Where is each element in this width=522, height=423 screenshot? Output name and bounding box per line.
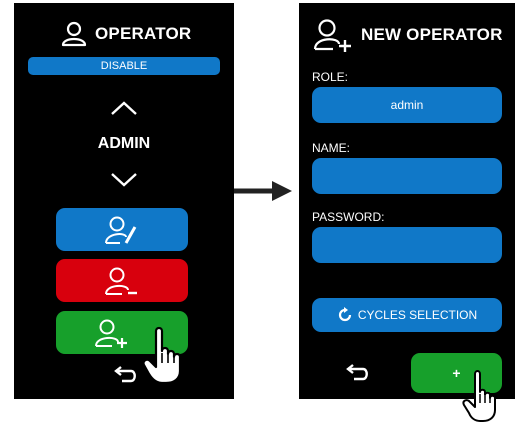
role-label: ROLE:	[312, 70, 349, 84]
refresh-icon	[338, 307, 351, 322]
add-user-icon	[95, 319, 127, 348]
edit-user-icon	[105, 216, 137, 244]
return-arrow-icon[interactable]	[344, 364, 370, 382]
add-user-icon	[313, 19, 351, 52]
new-operator-title: NEW OPERATOR	[313, 18, 503, 52]
confirm-add-label: +	[452, 365, 461, 381]
remove-user-icon	[105, 267, 137, 295]
role-field-value: admin	[390, 98, 424, 112]
cycles-selection-label: CYCLES SELECTION	[357, 308, 478, 322]
user-icon	[61, 21, 87, 47]
remove-user-button[interactable]	[56, 259, 188, 302]
name-label: NAME:	[312, 141, 351, 155]
right-arrow-icon	[234, 181, 292, 201]
operator-screen: OPERATOR DISABLE ADMIN	[14, 3, 234, 399]
chevron-down-icon[interactable]	[109, 171, 139, 189]
edit-user-button[interactable]	[56, 208, 188, 251]
operator-title-text: OPERATOR	[95, 24, 192, 43]
operator-title: OPERATOR	[61, 21, 191, 47]
hand-pointer-icon	[142, 326, 182, 385]
new-operator-screen: NEW OPERATOR ROLE: admin NAME: PASSWORD:…	[299, 3, 515, 399]
name-field[interactable]	[312, 158, 502, 194]
password-label: PASSWORD:	[312, 210, 385, 224]
password-field[interactable]	[312, 227, 502, 263]
chevron-up-icon[interactable]	[109, 99, 139, 117]
role-field[interactable]: admin	[312, 87, 502, 123]
hand-pointer-icon	[462, 370, 496, 422]
cycles-selection-button[interactable]: CYCLES SELECTION	[312, 298, 502, 332]
return-arrow-icon[interactable]	[112, 366, 138, 384]
role-value: ADMIN	[97, 135, 151, 152]
disable-button[interactable]: DISABLE	[28, 57, 220, 75]
disable-label: DISABLE	[100, 60, 148, 72]
new-operator-title-text: NEW OPERATOR	[361, 25, 503, 44]
